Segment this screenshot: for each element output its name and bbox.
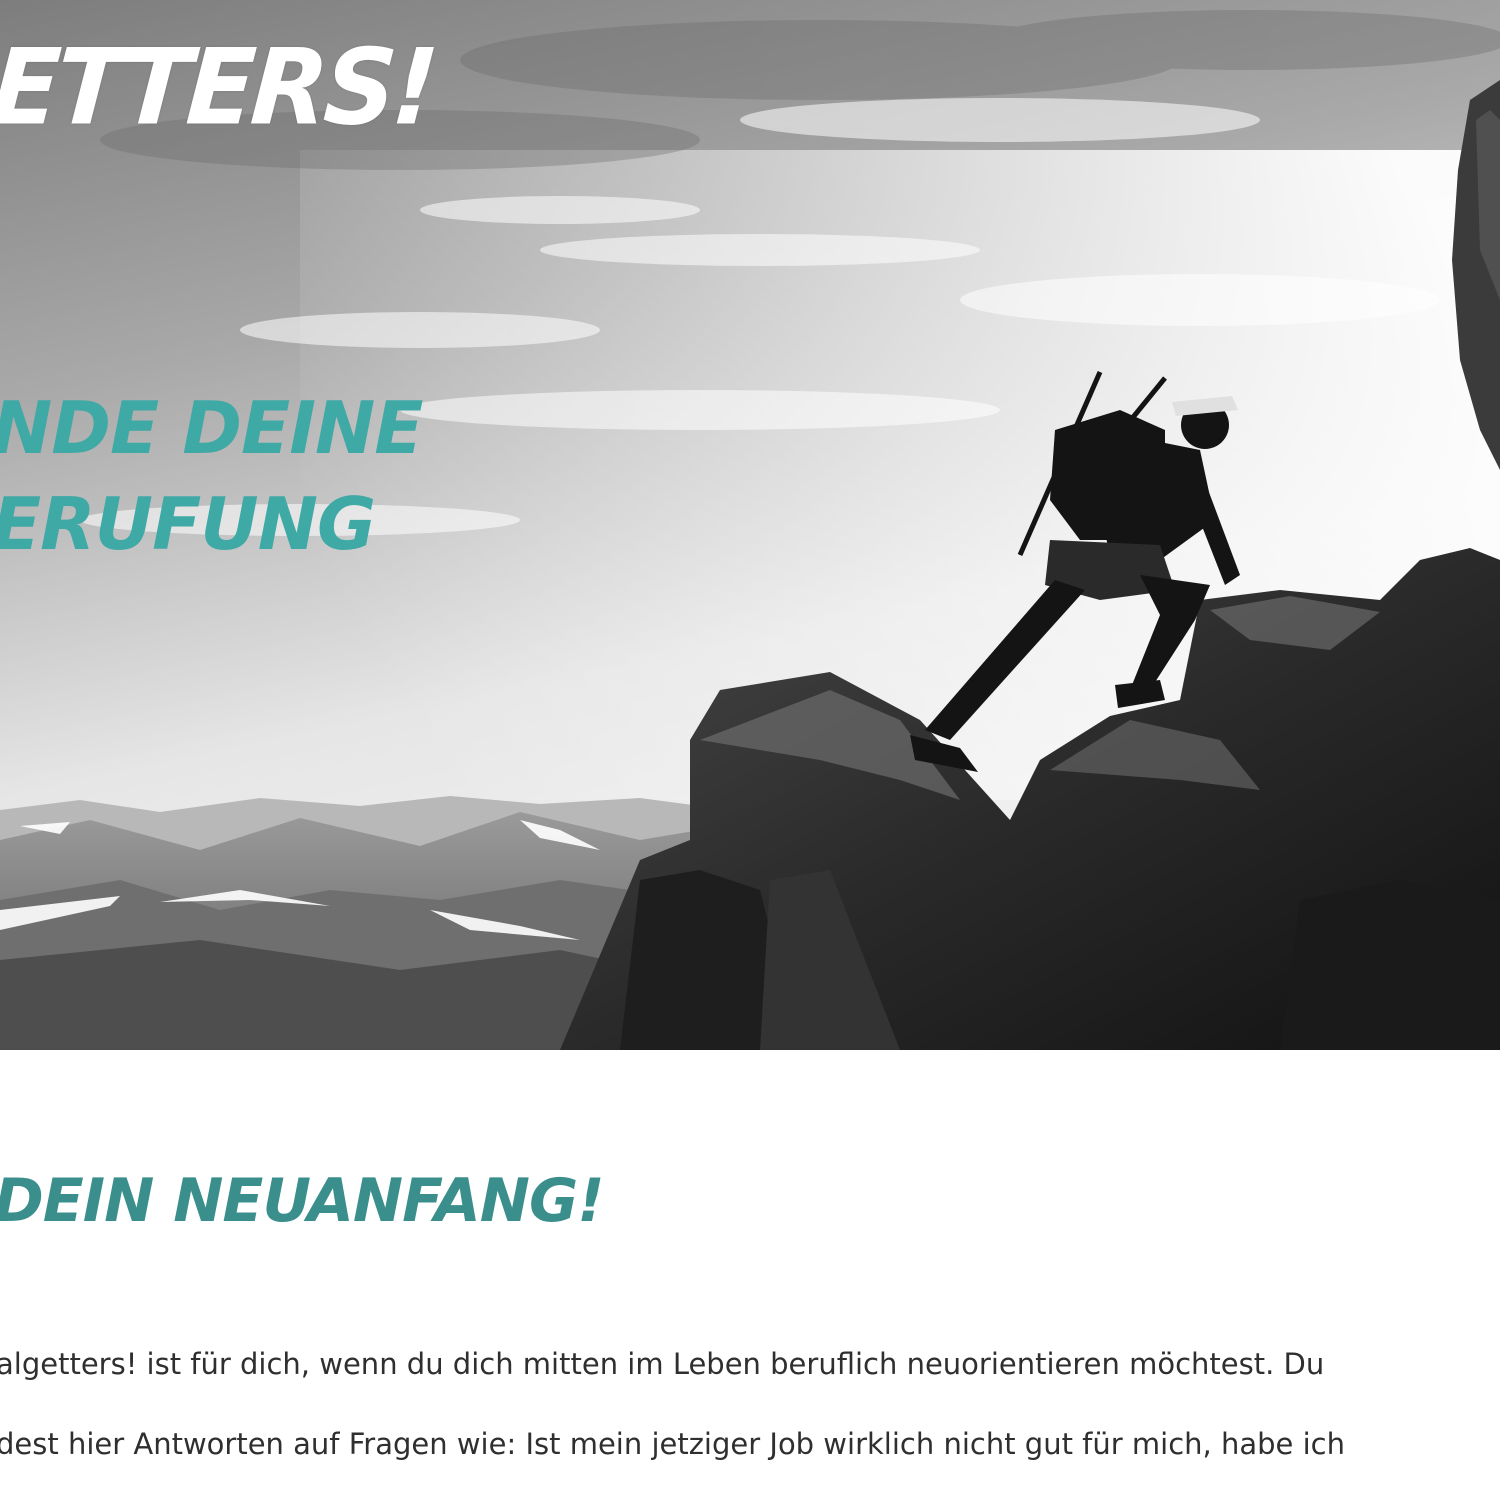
brand-title: ETTERS! — [0, 26, 439, 149]
hero-section: ETTERS! NDE DEINE ERUFUNG — [0, 0, 1500, 1050]
hero-slogan-line-2: ERUFUNG — [0, 482, 376, 566]
intro-line-1: algetters! ist für dich, wenn du dich mi… — [0, 1347, 1325, 1381]
hero-slogan: NDE DEINE ERUFUNG — [0, 380, 423, 572]
hero-slogan-line-1: NDE DEINE — [0, 386, 423, 470]
intro-paragraph: algetters! ist für dich, wenn du dich mi… — [0, 1334, 1496, 1484]
section-heading: DEIN NEUANFANG! — [0, 1166, 605, 1236]
intro-line-2: dest hier Antworten auf Fragen wie: Ist … — [0, 1427, 1345, 1461]
